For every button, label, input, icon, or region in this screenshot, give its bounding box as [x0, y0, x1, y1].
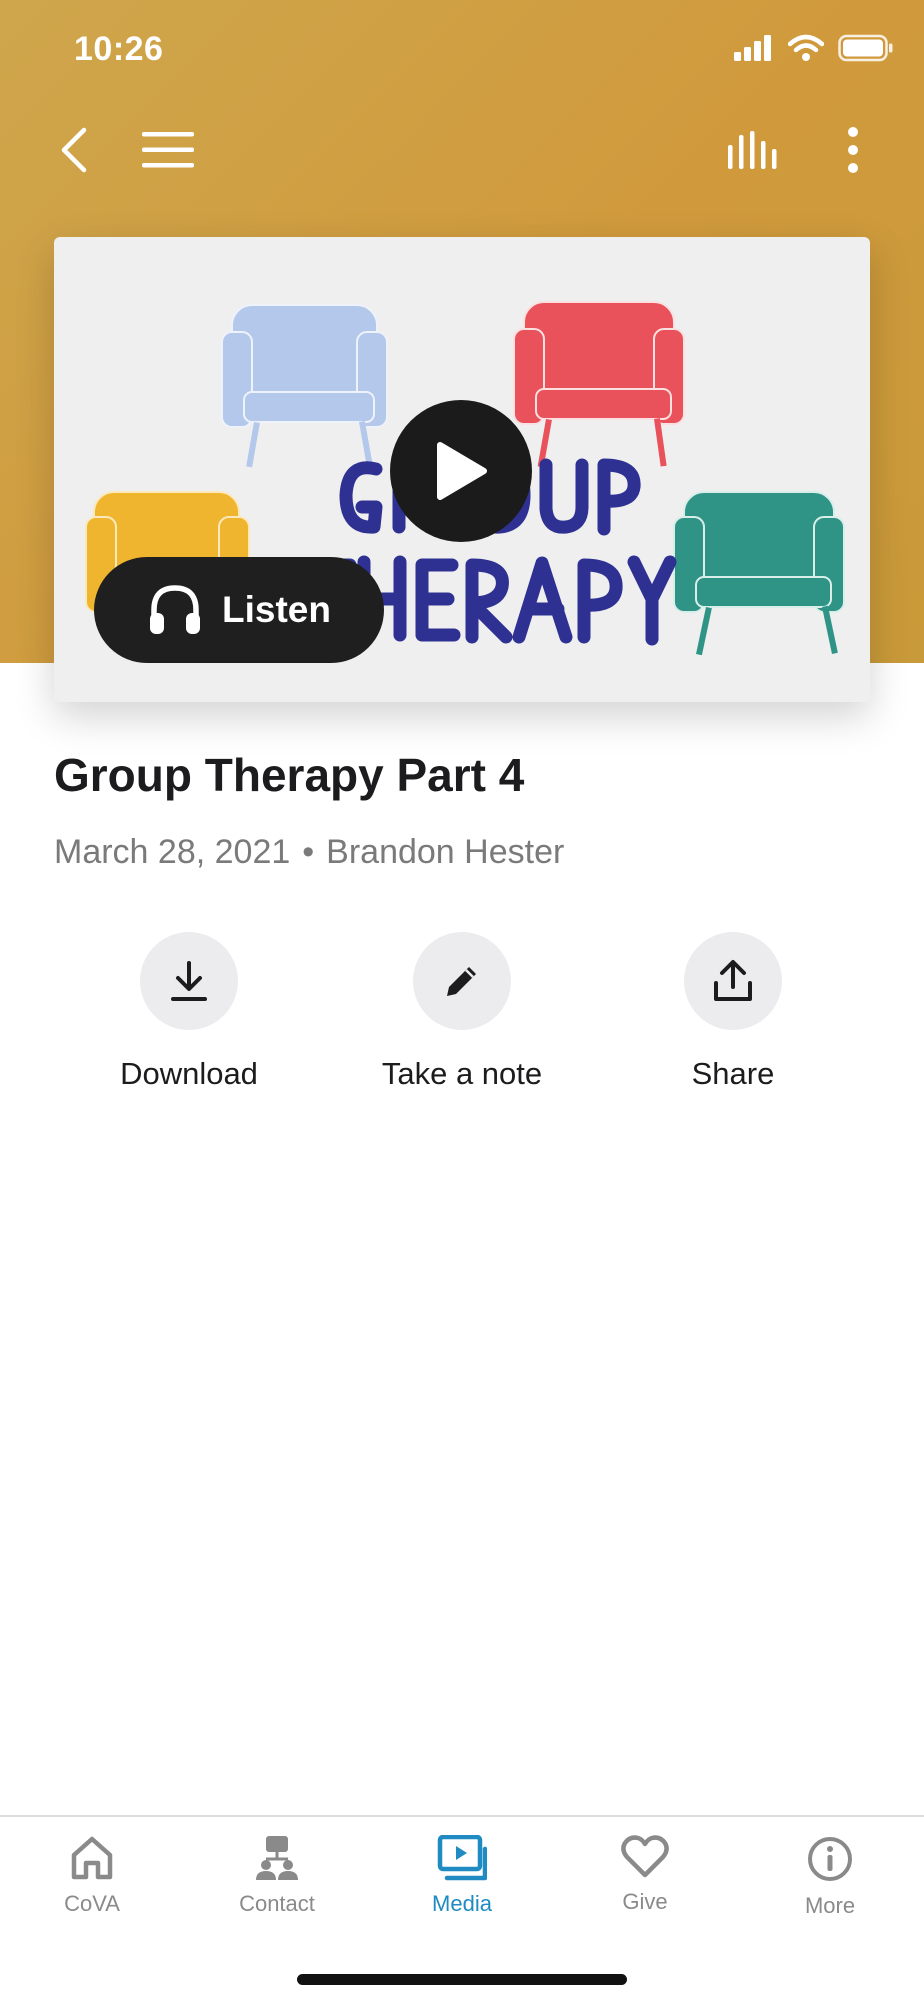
home-indicator [297, 1974, 627, 1985]
wifi-icon [788, 34, 824, 61]
blue-chair-illustration [221, 304, 388, 468]
tab-cova-label: CoVA [64, 1891, 120, 1916]
tab-contact[interactable]: Contact [185, 1835, 369, 1917]
download-icon [171, 961, 207, 1001]
top-nav-bar [0, 100, 924, 200]
download-label: Download [120, 1056, 258, 1091]
action-row: Download Take a note Share [0, 932, 924, 1092]
play-button[interactable] [390, 400, 532, 542]
menu-button[interactable] [136, 120, 200, 180]
back-button[interactable] [44, 120, 104, 180]
listen-label: Listen [222, 589, 331, 630]
status-time: 10:26 [74, 30, 164, 68]
take-a-note-label: Take a note [381, 1056, 543, 1091]
tab-give[interactable]: Give [553, 1835, 737, 1915]
teal-chair-illustration [673, 491, 845, 656]
episode-meta: March 28, 2021 • Brandon Hester [54, 833, 564, 872]
home-icon [71, 1836, 113, 1880]
share-icon [714, 960, 752, 1001]
share-button[interactable]: Share [623, 932, 843, 1092]
play-icon [437, 442, 487, 500]
tab-media[interactable]: Media [370, 1835, 554, 1917]
listen-button[interactable]: Listen [94, 557, 384, 663]
red-chair-illustration [513, 301, 685, 468]
chevron-left-icon [61, 127, 87, 173]
now-playing-button[interactable] [722, 120, 786, 180]
vertical-dots-icon [848, 127, 858, 173]
headphones-icon [150, 585, 200, 634]
info-icon [808, 1837, 852, 1881]
cellular-signal-icon [734, 35, 771, 61]
download-button[interactable]: Download [79, 932, 299, 1092]
more-options-button[interactable] [828, 120, 878, 180]
pencil-icon [447, 967, 476, 996]
download-icon-circle [140, 932, 238, 1030]
status-icons [734, 34, 894, 62]
tab-give-label: Give [622, 1889, 668, 1914]
battery-icon [838, 34, 893, 62]
share-label: Share [691, 1056, 775, 1091]
contact-icon [256, 1836, 298, 1880]
episode-artwork[interactable]: Listen [54, 237, 870, 702]
tab-media-label: Media [432, 1891, 492, 1916]
meta-separator: • [302, 833, 315, 871]
heart-icon [621, 1835, 669, 1878]
tab-cova[interactable]: CoVA [0, 1835, 184, 1917]
episode-date: March 28, 2021 [54, 833, 291, 871]
episode-speaker[interactable]: Brandon Hester [326, 833, 564, 872]
tab-contact-label: Contact [239, 1891, 315, 1916]
status-bar: 10:26 [0, 0, 924, 100]
tab-more[interactable]: More [738, 1835, 922, 1919]
take-a-note-button[interactable]: Take a note [352, 932, 572, 1092]
tab-more-label: More [804, 1893, 856, 1918]
note-icon-circle [413, 932, 511, 1030]
share-icon-circle [684, 932, 782, 1030]
hamburger-icon [142, 132, 194, 168]
episode-title: Group Therapy Part 4 [54, 749, 525, 801]
audio-levels-icon [728, 131, 777, 169]
media-icon [437, 1835, 487, 1881]
